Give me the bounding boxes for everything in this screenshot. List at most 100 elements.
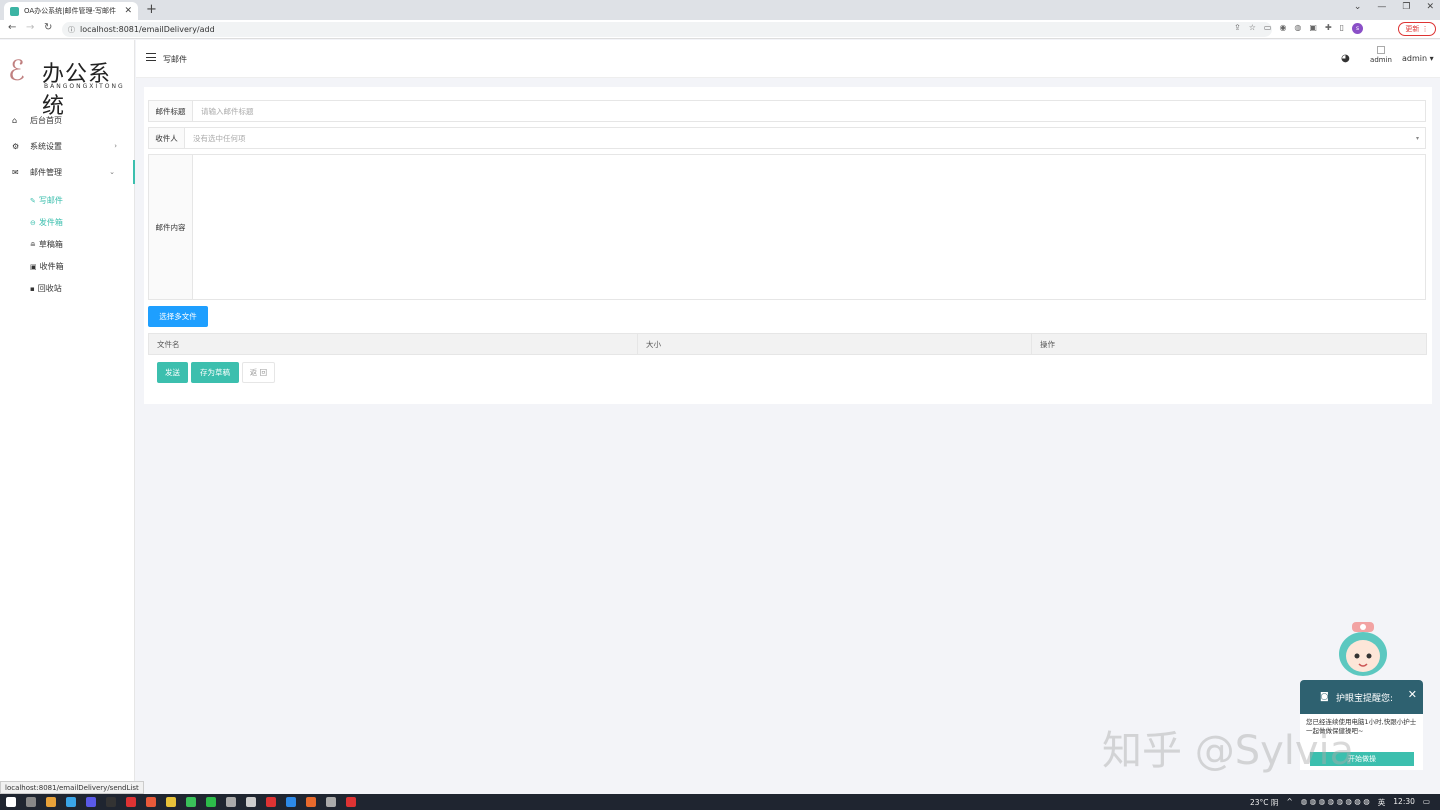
- notification-icon[interactable]: ▭: [1423, 797, 1430, 808]
- chrome-icon[interactable]: [46, 797, 56, 807]
- sidebar-subitem-inbox[interactable]: ▣ 收件箱: [30, 261, 64, 272]
- close-window-button[interactable]: ✕: [1426, 2, 1434, 12]
- logo: ℰ 办公系统 BANGONGXITONG: [8, 50, 128, 119]
- profile-avatar[interactable]: s: [1352, 23, 1364, 34]
- weather[interactable]: 23°C 阴: [1250, 797, 1278, 808]
- reload-icon[interactable]: ↻: [44, 22, 52, 33]
- share-icon[interactable]: ⇪: [1234, 23, 1241, 34]
- app-icon[interactable]: [66, 797, 76, 807]
- edge-icon[interactable]: [286, 797, 296, 807]
- browser-tab-bar: OA办公系统|邮件管理-写邮件 ✕ + ⌄ — ❐ ✕: [0, 0, 1440, 20]
- sidebar-item-label: 后台首页: [30, 115, 62, 125]
- app-icon[interactable]: [186, 797, 196, 807]
- close-tab-icon[interactable]: ✕: [124, 6, 132, 16]
- choose-files-button[interactable]: 选择多文件: [148, 306, 208, 327]
- app-icon[interactable]: [346, 797, 356, 807]
- menu-toggle-icon[interactable]: [146, 53, 156, 61]
- back-button[interactable]: 返 回: [242, 362, 275, 383]
- sidebar-item-label: 系统设置: [30, 141, 62, 151]
- app-icon[interactable]: [326, 797, 336, 807]
- column-header-filename: 文件名: [149, 334, 638, 354]
- app-icon[interactable]: [306, 797, 316, 807]
- tray-chevron-icon[interactable]: ^: [1286, 797, 1292, 808]
- puzzle-icon[interactable]: ✚: [1325, 23, 1332, 34]
- attachments-table-header: 文件名 大小 操作: [148, 333, 1427, 355]
- sidebar-item-home[interactable]: ⌂ 后台首页: [0, 108, 135, 132]
- app-icon[interactable]: [86, 797, 96, 807]
- subject-input[interactable]: 请输入邮件标题: [193, 101, 1425, 121]
- tab-title: OA办公系统|邮件管理-写邮件: [24, 7, 117, 15]
- popup-header: ◙ 护眼宝提醒您: ✕: [1300, 680, 1423, 714]
- screen-icon[interactable]: ▭: [1264, 23, 1272, 34]
- save-draft-button[interactable]: 存为草稿: [191, 362, 239, 383]
- url-field[interactable]: ⓘ localhost:8081/emailDelivery/add: [62, 22, 1272, 37]
- outbox-icon: ⊖: [30, 218, 36, 227]
- sidebar-subitem-trash[interactable]: ▪ 回收站: [30, 283, 62, 294]
- app-icon[interactable]: [246, 797, 256, 807]
- restore-button[interactable]: ❐: [1402, 2, 1410, 12]
- avatar-alt-text: admin: [1370, 56, 1392, 64]
- sidebar: ℰ 办公系统 BANGONGXITONG ⌂ 后台首页 ⚙ 系统设置 › ✉ 邮…: [0, 40, 135, 794]
- info-icon[interactable]: ⓘ: [68, 25, 75, 35]
- clock[interactable]: 12:30: [1393, 797, 1415, 808]
- user-name: admin: [1402, 54, 1428, 63]
- sidebar-subitem-label: 发件箱: [38, 218, 63, 227]
- app-icon[interactable]: [266, 797, 276, 807]
- column-header-actions: 操作: [1040, 339, 1055, 349]
- taskbar-apps: [6, 797, 356, 807]
- gear-icon: ⚙: [12, 141, 20, 151]
- broken-image-icon: [1377, 46, 1385, 54]
- image-icon[interactable]: ▣: [1309, 23, 1317, 34]
- folder-icon[interactable]: [166, 797, 176, 807]
- app-icon[interactable]: [106, 797, 116, 807]
- sidebar-subitem-label: 回收站: [37, 284, 62, 293]
- mail-icon: ✉: [12, 167, 19, 177]
- sidebar-item-settings[interactable]: ⚙ 系统设置 ›: [0, 134, 135, 158]
- app-header: 写邮件 ◕ admin admin ▾: [136, 40, 1440, 78]
- theme-palette-icon[interactable]: ◕: [1341, 53, 1350, 64]
- content-label: 邮件内容: [149, 155, 193, 299]
- tab-search-icon[interactable]: ⌄: [1354, 2, 1362, 12]
- search-icon[interactable]: [26, 797, 36, 807]
- sidepanel-icon[interactable]: ▯: [1340, 23, 1344, 34]
- app-icon[interactable]: [126, 797, 136, 807]
- column-header-size: 大小: [638, 334, 1032, 354]
- sidebar-subitem-label: 收件箱: [39, 262, 64, 271]
- favicon-icon: [10, 6, 19, 16]
- tray-icons[interactable]: ◍ ◍ ◍ ◍ ◍ ◍ ◍ ◍: [1301, 797, 1370, 808]
- sidebar-subitem-compose[interactable]: ✎ 写邮件: [30, 195, 63, 206]
- trash-icon: ▪: [30, 284, 35, 293]
- minimize-button[interactable]: —: [1377, 2, 1386, 12]
- sidebar-subitem-outbox[interactable]: ⊖ 发件箱: [30, 217, 63, 228]
- camera-icon[interactable]: ◉: [1279, 23, 1286, 34]
- send-button[interactable]: 发送: [157, 362, 188, 383]
- forward-icon[interactable]: →: [26, 22, 34, 33]
- content-textarea[interactable]: [193, 155, 1425, 299]
- update-button[interactable]: 更新 ⋮: [1398, 22, 1436, 36]
- sidebar-item-mail[interactable]: ✉ 邮件管理 ⌄: [0, 160, 135, 184]
- avatar[interactable]: admin: [1368, 46, 1394, 64]
- wechat-icon[interactable]: [206, 797, 216, 807]
- bookmark-star-icon[interactable]: ☆: [1249, 23, 1256, 34]
- browser-tab[interactable]: OA办公系统|邮件管理-写邮件 ✕: [4, 2, 138, 20]
- sidebar-subitem-drafts[interactable]: ≘ 草稿箱: [30, 239, 63, 250]
- app-icon[interactable]: [226, 797, 236, 807]
- sidebar-subitem-label: 写邮件: [38, 196, 63, 205]
- dropdown-caret-icon[interactable]: ▾: [1416, 135, 1419, 142]
- url-text: localhost:8081/emailDelivery/add: [80, 25, 215, 34]
- app-icon[interactable]: [146, 797, 156, 807]
- recipient-select[interactable]: 没有选中任何项: [185, 128, 1425, 148]
- compose-card: 邮件标题 请输入邮件标题 收件人 没有选中任何项 ▾ 邮件内容 选择多文件 文件…: [144, 87, 1432, 404]
- windows-start-icon[interactable]: [6, 797, 16, 807]
- recipient-row: 收件人 没有选中任何项 ▾: [148, 127, 1426, 149]
- extension-icon[interactable]: ◍: [1294, 23, 1301, 34]
- user-menu[interactable]: admin ▾: [1402, 54, 1434, 63]
- logo-subtitle: BANGONGXITONG: [44, 83, 125, 90]
- logo-wing-icon: ℰ: [8, 54, 25, 87]
- back-icon[interactable]: ←: [8, 22, 16, 33]
- language-indicator[interactable]: 英: [1378, 797, 1386, 808]
- new-tab-button[interactable]: +: [146, 2, 157, 17]
- update-label: 更新: [1405, 25, 1420, 33]
- close-icon[interactable]: ✕: [1408, 688, 1417, 701]
- subject-label: 邮件标题: [149, 101, 193, 121]
